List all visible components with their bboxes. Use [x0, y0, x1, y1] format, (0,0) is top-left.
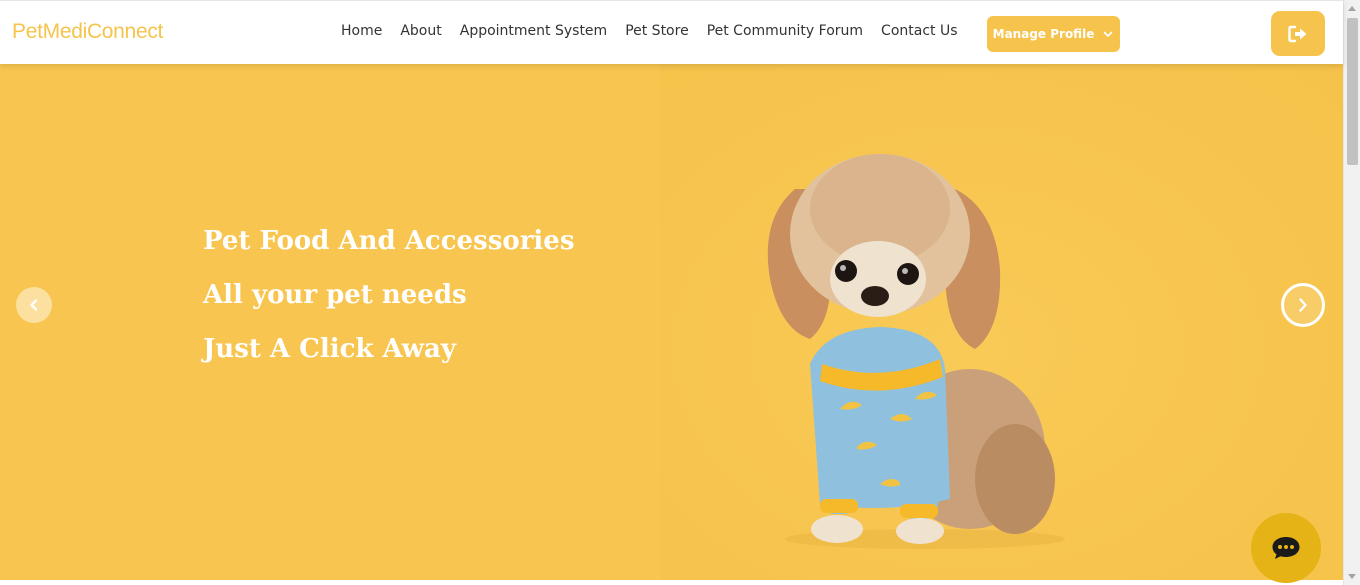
scroll-down-arrow-icon[interactable]	[1348, 574, 1356, 579]
carousel-next-button[interactable]	[1281, 283, 1325, 327]
chat-bubble-icon	[1272, 537, 1300, 559]
hero-tagline: Just A Click Away	[203, 334, 456, 364]
navbar: PetMediConnect Home About Appointment Sy…	[0, 0, 1343, 64]
manage-profile-label: Manage Profile	[992, 27, 1095, 41]
sign-out-icon	[1288, 25, 1307, 42]
hero-carousel: Pet Food And Accessories All your pet ne…	[0, 64, 1343, 580]
nav-pet-store[interactable]: Pet Store	[625, 23, 689, 39]
carousel-prev-button[interactable]	[16, 287, 52, 323]
nav-links: Home About Appointment System Pet Store …	[341, 23, 958, 39]
nav-about[interactable]: About	[400, 23, 441, 39]
logout-button[interactable]	[1271, 11, 1325, 56]
chevron-down-icon	[1104, 31, 1113, 37]
hero-headline: Pet Food And Accessories	[203, 226, 575, 256]
page-scrollbar[interactable]	[1343, 0, 1360, 585]
hero-text: Pet Food And Accessories All your pet ne…	[203, 214, 574, 376]
nav-pet-community-forum[interactable]: Pet Community Forum	[707, 23, 863, 39]
chat-button[interactable]	[1251, 513, 1321, 583]
scroll-up-arrow-icon[interactable]	[1348, 6, 1356, 11]
hero-subheadline: All your pet needs	[203, 280, 467, 310]
nav-home[interactable]: Home	[341, 23, 382, 39]
manage-profile-button[interactable]: Manage Profile	[987, 16, 1120, 52]
chevron-right-icon	[1299, 298, 1307, 312]
brand-logo[interactable]: PetMediConnect	[12, 20, 163, 44]
nav-appointment-system[interactable]: Appointment System	[460, 23, 607, 39]
scrollbar-thumb[interactable]	[1347, 18, 1358, 165]
page-bottom-strip	[0, 580, 1343, 585]
nav-contact-us[interactable]: Contact Us	[881, 23, 957, 39]
dog-image	[767, 154, 1065, 549]
chevron-left-icon	[30, 299, 38, 311]
